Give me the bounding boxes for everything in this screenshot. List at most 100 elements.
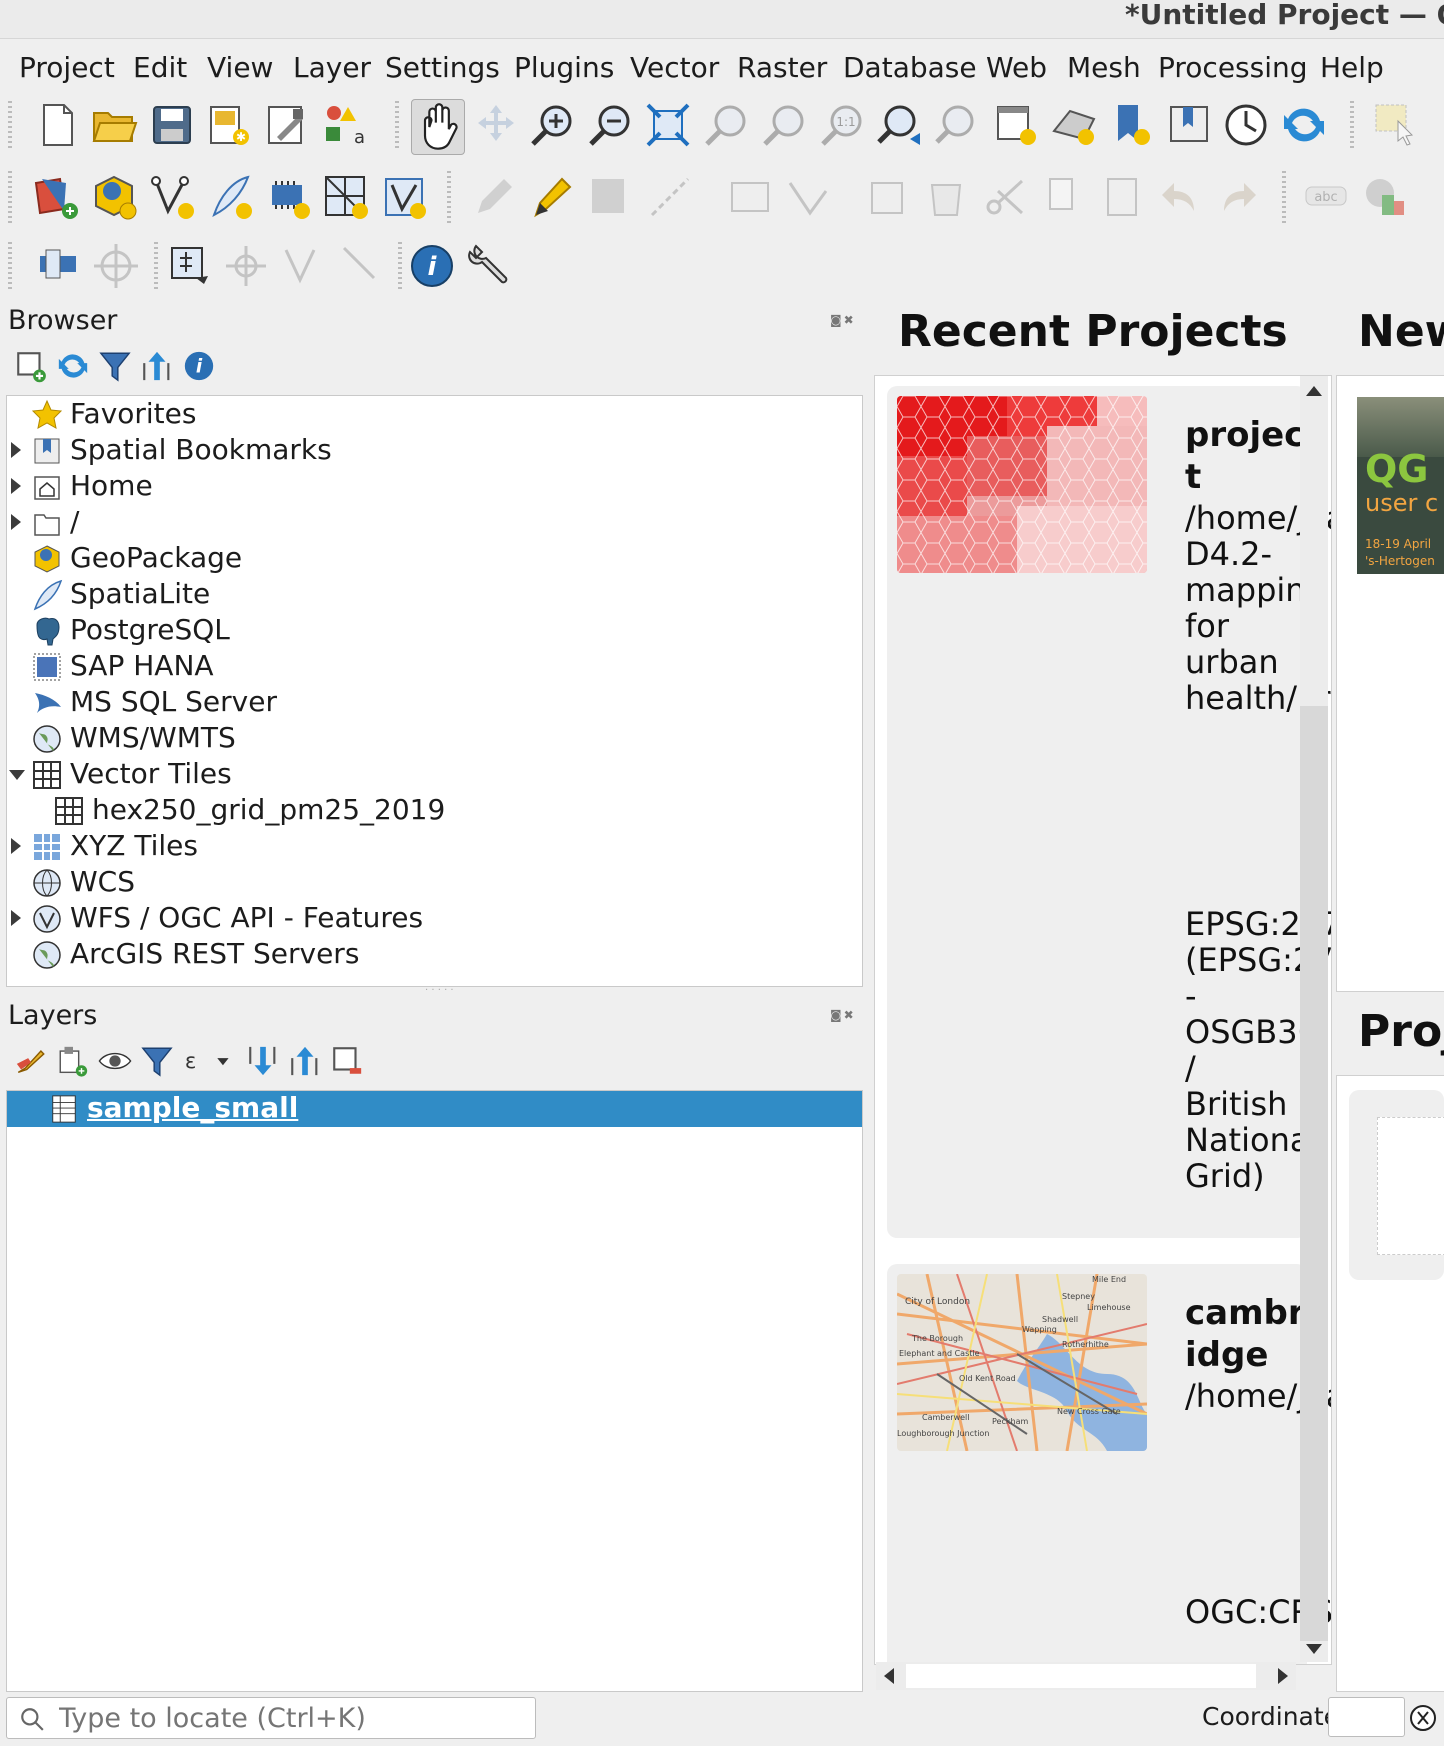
add-group-icon[interactable] xyxy=(56,1044,90,1078)
style-manager-icon[interactable]: a xyxy=(320,101,368,149)
style-icon[interactable] xyxy=(14,1044,48,1078)
redo-icon[interactable] xyxy=(1214,173,1262,221)
menu-web[interactable]: Web xyxy=(986,51,1047,84)
remove-layer-icon[interactable] xyxy=(330,1044,364,1078)
temporal-controller-icon[interactable] xyxy=(1222,101,1270,149)
zoom-full-icon[interactable] xyxy=(644,101,692,149)
zoom-next-icon[interactable] xyxy=(934,101,982,149)
labels-icon[interactable]: abc xyxy=(1302,173,1350,221)
add-ring-icon[interactable] xyxy=(222,242,270,290)
reshape-icon[interactable] xyxy=(338,242,386,290)
layer-item-sample-small[interactable]: sample_small xyxy=(7,1091,862,1127)
menu-help[interactable]: Help xyxy=(1320,51,1384,84)
refresh-icon[interactable] xyxy=(56,349,90,383)
digitize-icon[interactable] xyxy=(646,173,694,221)
copy-features-icon[interactable] xyxy=(1040,173,1088,221)
open-project-icon[interactable] xyxy=(90,101,138,149)
recent-projects-hscrollbar[interactable] xyxy=(876,1662,1296,1690)
pan-to-selection-icon[interactable] xyxy=(472,101,520,149)
new-mesh-layer-icon[interactable] xyxy=(322,173,370,221)
new-print-layout-icon[interactable]: ✱ xyxy=(205,101,253,149)
pan-map-icon[interactable] xyxy=(411,99,465,155)
layers-panel-float-close[interactable]: ◙✖ xyxy=(830,1008,856,1022)
save-edits-icon[interactable] xyxy=(586,173,634,221)
new-virtual-layer-icon[interactable] xyxy=(380,173,428,221)
news-thumbnail[interactable]: QG user c 18-19 April 's-Hertogen xyxy=(1357,397,1444,574)
menu-database[interactable]: Database xyxy=(843,51,977,84)
identify-icon[interactable]: i xyxy=(408,242,456,290)
new-shapefile-layer-icon[interactable] xyxy=(148,173,196,221)
expand-arrow-icon[interactable] xyxy=(11,838,21,854)
menu-vector[interactable]: Vector xyxy=(630,51,719,84)
georeference-icon[interactable] xyxy=(166,242,214,290)
scroll-left-icon[interactable] xyxy=(884,1668,894,1684)
expand-arrow-icon[interactable] xyxy=(11,442,21,458)
layout-manager-icon[interactable] xyxy=(263,101,311,149)
show-bookmarks-icon[interactable] xyxy=(1165,101,1213,149)
menu-plugins[interactable]: Plugins xyxy=(514,51,614,84)
panel-splitter[interactable]: · · · · · xyxy=(425,985,454,996)
current-edits-icon[interactable] xyxy=(470,173,518,221)
vertex-tool-icon[interactable] xyxy=(784,173,832,221)
modify-attributes-icon[interactable] xyxy=(866,173,914,221)
add-layer-icon[interactable] xyxy=(14,349,48,383)
new-spatialite-layer-icon[interactable] xyxy=(206,173,254,221)
toggle-editing-icon[interactable] xyxy=(528,173,576,221)
move-feature-icon[interactable] xyxy=(36,242,84,290)
add-part-icon[interactable] xyxy=(280,242,328,290)
info-icon[interactable]: i xyxy=(182,349,216,383)
collapse-all-icon[interactable] xyxy=(288,1044,322,1078)
menu-mesh[interactable]: Mesh xyxy=(1067,51,1141,84)
zoom-out-icon[interactable] xyxy=(586,101,634,149)
menu-settings[interactable]: Settings xyxy=(385,51,500,84)
expand-arrow-icon[interactable] xyxy=(11,514,21,530)
filter-legend-icon[interactable] xyxy=(140,1044,174,1078)
save-project-icon[interactable] xyxy=(148,101,196,149)
menu-view[interactable]: View xyxy=(207,51,273,84)
locator-bar[interactable] xyxy=(6,1697,536,1739)
collapse-all-icon[interactable] xyxy=(140,349,174,383)
expression-filter-icon[interactable]: ε xyxy=(182,1044,230,1078)
new-map-view-icon[interactable] xyxy=(992,101,1040,149)
new-project-icon[interactable] xyxy=(34,101,82,149)
new-3d-map-view-icon[interactable] xyxy=(1050,101,1098,149)
zoom-to-selection-icon[interactable] xyxy=(702,101,750,149)
new-bookmark-icon[interactable] xyxy=(1108,101,1156,149)
scroll-right-icon[interactable] xyxy=(1278,1668,1288,1684)
browser-panel-float-close[interactable]: ◙✖ xyxy=(830,313,856,327)
menu-project[interactable]: Project xyxy=(19,51,115,84)
processing-toolbox-icon[interactable] xyxy=(466,242,514,290)
refresh-icon[interactable] xyxy=(1280,101,1328,149)
recent-project-card[interactable]: project /home/joana/projects/EC/WP4-D4.2… xyxy=(887,386,1331,1238)
scroll-down-icon[interactable] xyxy=(1306,1644,1322,1654)
undo-icon[interactable] xyxy=(1156,173,1204,221)
coordinate-field[interactable] xyxy=(1328,1697,1405,1737)
new-temporary-layer-icon[interactable] xyxy=(264,173,312,221)
diagrams-icon[interactable] xyxy=(1360,173,1408,221)
menu-processing[interactable]: Processing xyxy=(1158,51,1308,84)
menu-edit[interactable]: Edit xyxy=(133,51,187,84)
collapse-arrow-icon[interactable] xyxy=(9,770,25,780)
expand-arrow-icon[interactable] xyxy=(11,478,21,494)
scroll-up-icon[interactable] xyxy=(1306,386,1322,396)
scroll-handle[interactable] xyxy=(906,1664,1256,1688)
zoom-last-icon[interactable] xyxy=(876,101,924,149)
paste-features-icon[interactable] xyxy=(1098,173,1146,221)
cut-features-icon[interactable] xyxy=(982,173,1030,221)
expand-arrow-icon[interactable] xyxy=(11,910,21,926)
visibility-icon[interactable] xyxy=(98,1044,132,1078)
messages-icon[interactable] xyxy=(1408,1700,1442,1736)
zoom-in-icon[interactable] xyxy=(528,101,576,149)
scroll-handle[interactable] xyxy=(1300,706,1328,1641)
filter-icon[interactable] xyxy=(98,349,132,383)
data-source-manager-icon[interactable] xyxy=(32,173,80,221)
menu-layer[interactable]: Layer xyxy=(293,51,371,84)
new-geopackage-layer-icon[interactable] xyxy=(90,173,138,221)
expand-all-icon[interactable] xyxy=(246,1044,280,1078)
recent-projects-vscrollbar[interactable] xyxy=(1300,376,1328,1662)
recent-project-card[interactable]: City of London Stepney Limehouse Shadwel… xyxy=(887,1264,1331,1664)
rotate-feature-icon[interactable] xyxy=(92,242,140,290)
menu-raster[interactable]: Raster xyxy=(737,51,827,84)
locator-input[interactable] xyxy=(57,1700,531,1736)
add-record-icon[interactable] xyxy=(726,173,774,221)
